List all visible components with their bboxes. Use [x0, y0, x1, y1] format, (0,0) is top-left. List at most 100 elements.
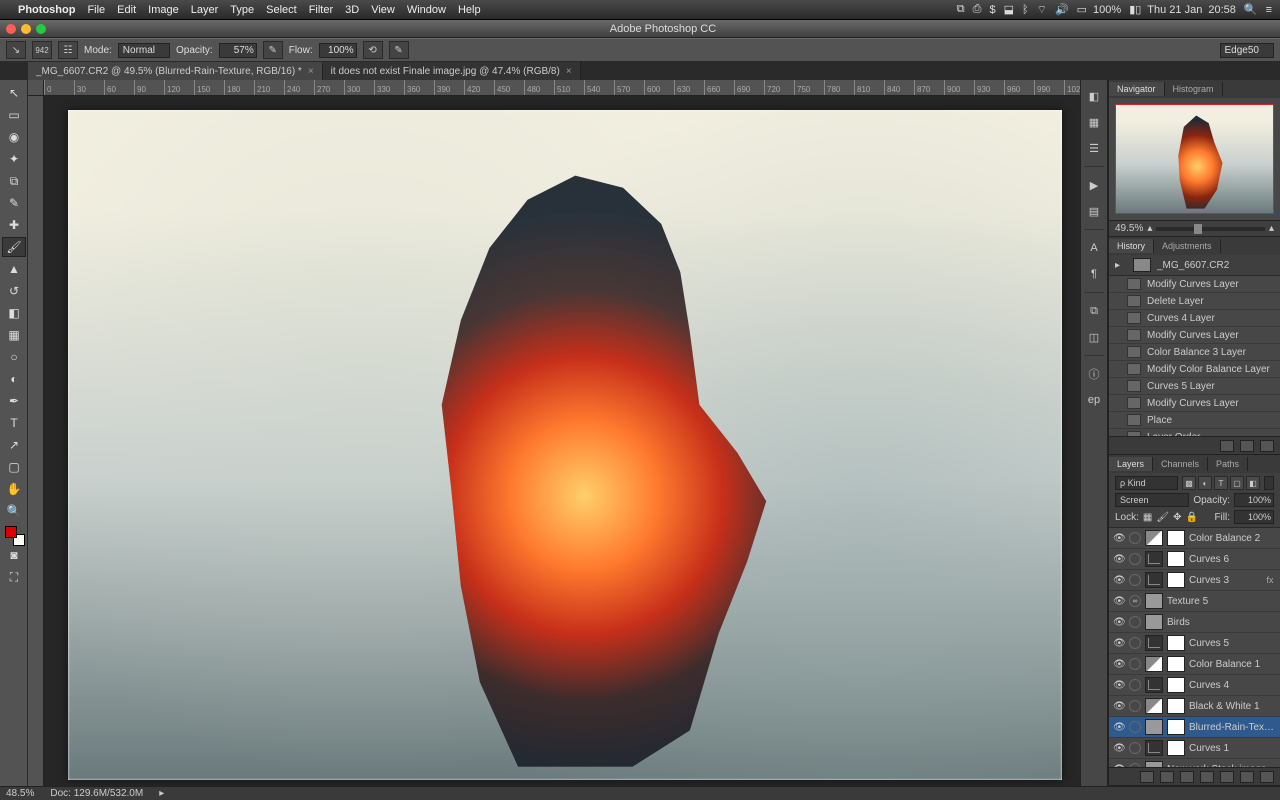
filter-smart-icon[interactable]: ◧ — [1246, 476, 1260, 490]
menu-help[interactable]: Help — [458, 4, 481, 16]
spotlight-icon[interactable]: 🔍 — [1244, 3, 1258, 16]
ruler-vertical[interactable] — [28, 96, 44, 786]
screenmode-button[interactable]: ⛶ — [2, 567, 26, 587]
history-brush-tool[interactable]: ↺ — [2, 281, 26, 301]
layers-tab[interactable]: Layers — [1109, 457, 1153, 471]
channels-tab[interactable]: Channels — [1153, 457, 1208, 471]
dollar-icon[interactable]: $ — [989, 4, 995, 16]
delete-state-icon[interactable] — [1260, 440, 1274, 452]
paragraph-panel-icon[interactable]: ¶ — [1084, 264, 1104, 284]
menu-app[interactable]: Photoshop — [18, 4, 75, 16]
layer-name[interactable]: Curves 5 — [1189, 638, 1276, 649]
blur-tool[interactable]: ○ — [2, 347, 26, 367]
history-item[interactable]: Modify Curves Layer — [1109, 276, 1280, 293]
layer-thumbnail[interactable] — [1145, 698, 1163, 714]
filter-type-icon[interactable]: T — [1214, 476, 1228, 490]
document-tab-active[interactable]: _MG_6607.CR2 @ 49.5% (Blurred-Rain-Textu… — [28, 62, 323, 80]
play-icon[interactable]: ▶ — [1084, 175, 1104, 195]
navigator-tab[interactable]: Navigator — [1109, 82, 1165, 96]
dropbox-icon[interactable]: ⬓ — [1004, 3, 1014, 16]
link-indicator[interactable] — [1129, 553, 1141, 565]
layer-name[interactable]: Blurred-Rain-Texture — [1189, 722, 1276, 733]
volume-icon[interactable]: 🔊 — [1055, 3, 1069, 16]
close-tab-icon[interactable]: × — [566, 66, 572, 77]
zoom-window-button[interactable] — [36, 24, 46, 34]
layer-filter-kind[interactable]: ρ Kind — [1115, 476, 1178, 490]
brush-tool[interactable]: 🖌 — [2, 237, 26, 257]
info-panel-icon[interactable]: ⓘ — [1084, 364, 1104, 384]
eyedropper-tool[interactable]: ✎ — [2, 193, 26, 213]
blend-mode-select[interactable]: Screen — [1115, 493, 1189, 507]
link-indicator[interactable] — [1129, 574, 1141, 586]
status-disclosure-icon[interactable]: ▸ — [159, 788, 164, 799]
new-snapshot-icon[interactable] — [1220, 440, 1234, 452]
history-item[interactable]: Modify Curves Layer — [1109, 327, 1280, 344]
delete-layer-icon[interactable] — [1260, 771, 1274, 783]
pen-tool[interactable]: ✒ — [2, 391, 26, 411]
layer-name[interactable]: Color Balance 1 — [1189, 659, 1276, 670]
shape-tool[interactable]: ▢ — [2, 457, 26, 477]
libraries-panel-icon[interactable]: ☰ — [1084, 138, 1104, 158]
menu-layer[interactable]: Layer — [191, 4, 219, 16]
size-pressure-button[interactable]: ✎ — [389, 41, 409, 59]
visibility-toggle[interactable]: 👁 — [1113, 575, 1125, 586]
link-indicator[interactable]: ∞ — [1129, 595, 1141, 607]
history-item[interactable]: Modify Color Balance Layer — [1109, 361, 1280, 378]
stamp-tool[interactable]: ▲ — [2, 259, 26, 279]
move-tool[interactable]: ↖ — [2, 83, 26, 103]
menu-view[interactable]: View — [371, 4, 395, 16]
menu-image[interactable]: Image — [148, 4, 179, 16]
layer-mask-thumbnail[interactable] — [1167, 635, 1185, 651]
layer-thumbnail[interactable] — [1145, 740, 1163, 756]
battery-icon[interactable]: ▮▯ — [1129, 3, 1141, 16]
visibility-toggle[interactable]: 👁 — [1113, 722, 1125, 733]
new-fill-adjustment-icon[interactable] — [1200, 771, 1214, 783]
path-tool[interactable]: ↗ — [2, 435, 26, 455]
visibility-toggle[interactable]: 👁 — [1113, 533, 1125, 544]
bluetooth-icon[interactable]: ᛒ — [1022, 4, 1029, 16]
visibility-toggle[interactable]: 👁 — [1113, 554, 1125, 565]
character-panel-icon[interactable]: A — [1084, 238, 1104, 258]
layer-name[interactable]: Curves 6 — [1189, 554, 1276, 565]
layer-name[interactable]: Curves 3 — [1189, 575, 1260, 586]
new-document-from-state-icon[interactable] — [1240, 440, 1254, 452]
document-tab[interactable]: it does not exist Finale image.jpg @ 47.… — [323, 62, 581, 80]
layer-mask-icon[interactable] — [1180, 771, 1194, 783]
link-indicator[interactable] — [1129, 700, 1141, 712]
filter-adjust-icon[interactable]: ◐ — [1198, 476, 1212, 490]
dodge-tool[interactable]: ◐ — [2, 369, 26, 389]
layer-thumbnail[interactable] — [1145, 635, 1163, 651]
link-indicator[interactable] — [1129, 616, 1141, 628]
quickmask-button[interactable]: ◙ — [2, 545, 26, 565]
menu-edit[interactable]: Edit — [117, 4, 136, 16]
layer-opacity-input[interactable] — [1234, 493, 1274, 507]
layer-thumbnail[interactable] — [1145, 719, 1163, 735]
screencast-icon[interactable]: ⧉ — [957, 3, 965, 16]
close-window-button[interactable] — [6, 24, 16, 34]
status-doc-info[interactable]: Doc: 129.6M/532.0M — [50, 788, 143, 799]
opacity-input[interactable] — [219, 43, 257, 58]
tool-preset-button[interactable]: ↘ — [6, 41, 26, 59]
wand-tool[interactable]: ✦ — [2, 149, 26, 169]
layer-name[interactable]: Curves 1 — [1189, 743, 1276, 754]
layer-name[interactable]: Texture 5 — [1167, 596, 1276, 607]
lock-transparency-icon[interactable]: ▦ — [1143, 512, 1152, 523]
filter-shape-icon[interactable]: ▢ — [1230, 476, 1244, 490]
layer-row[interactable]: 👁Black & White 1 — [1109, 696, 1280, 717]
zoom-in-icon[interactable]: ▴ — [1269, 223, 1274, 234]
menubar-date[interactable]: Thu 21 Jan — [1147, 4, 1202, 16]
blend-mode-select[interactable]: Normal — [118, 43, 170, 58]
layer-row[interactable]: 👁∞Texture 5 — [1109, 591, 1280, 612]
layer-thumbnail[interactable] — [1145, 551, 1163, 567]
menu-type[interactable]: Type — [230, 4, 254, 16]
swatches-panel-icon[interactable]: ▦ — [1084, 112, 1104, 132]
crop-tool[interactable]: ⧉ — [2, 171, 26, 191]
layer-name[interactable]: Birds — [1167, 617, 1276, 628]
navigator-zoom-value[interactable]: 49.5% — [1115, 223, 1143, 234]
link-indicator[interactable] — [1129, 637, 1141, 649]
link-layers-icon[interactable] — [1140, 771, 1154, 783]
brush-settings-icon[interactable]: ▤ — [1084, 201, 1104, 221]
history-tab[interactable]: History — [1109, 239, 1154, 253]
new-group-icon[interactable] — [1220, 771, 1234, 783]
navigator-zoom-slider[interactable] — [1156, 227, 1265, 231]
